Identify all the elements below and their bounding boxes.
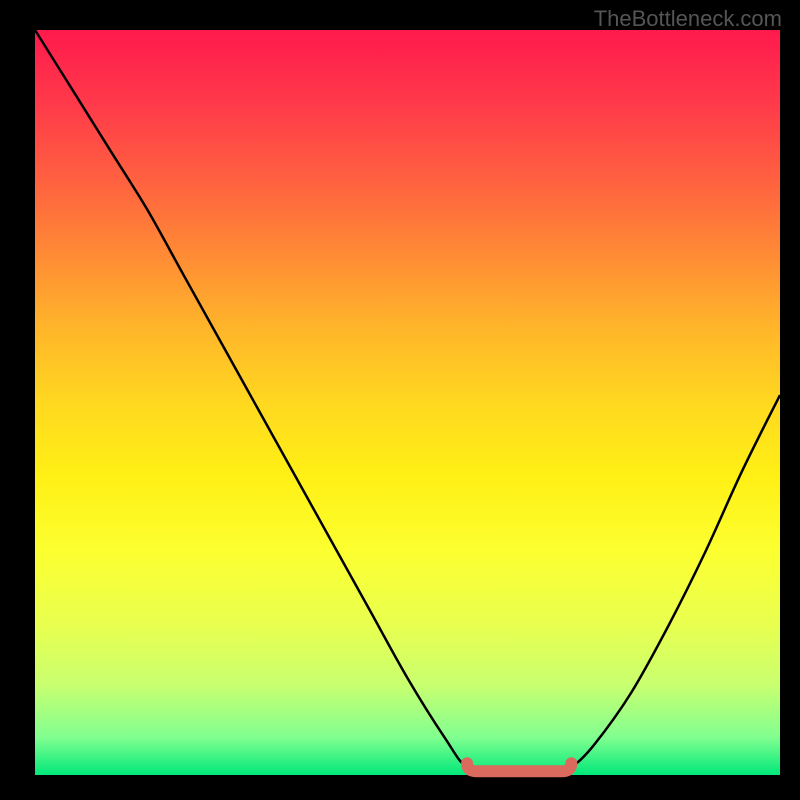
optimal-range-marker [467,763,571,771]
bottleneck-curve [35,30,780,776]
bottleneck-chart [35,30,780,775]
chart-svg [35,30,780,775]
watermark-text: TheBottleneck.com [594,6,782,32]
